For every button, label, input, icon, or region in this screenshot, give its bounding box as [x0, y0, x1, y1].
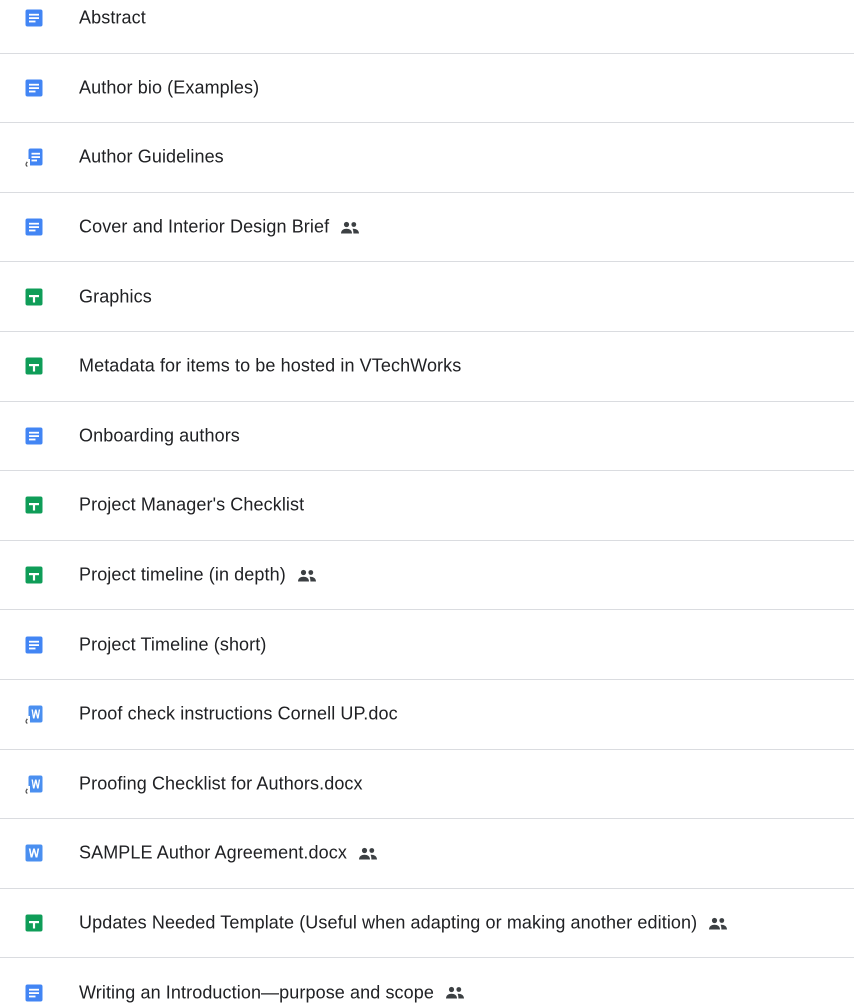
file-name: SAMPLE Author Agreement.docx: [79, 842, 347, 863]
file-row[interactable]: Proofing Checklist for Authors.docx: [0, 750, 854, 820]
file-name-wrap: Project timeline (in depth): [79, 565, 318, 586]
word-shortcut-icon: [24, 774, 44, 794]
file-row[interactable]: Author Guidelines: [0, 123, 854, 193]
file-row[interactable]: Project Timeline (short): [0, 610, 854, 680]
file-name-wrap: Abstract: [79, 8, 146, 29]
file-name-wrap: Writing an Introduction—purpose and scop…: [79, 982, 466, 1003]
file-row[interactable]: Project timeline (in depth): [0, 541, 854, 611]
word-shortcut-icon: [24, 704, 44, 725]
google-sheets-icon: [24, 287, 44, 307]
file-name-wrap: Project Manager's Checklist: [79, 495, 304, 516]
file-row[interactable]: Cover and Interior Design Brief: [0, 193, 854, 263]
file-name: Project Manager's Checklist: [79, 494, 305, 515]
google-docs-icon: [24, 983, 44, 1003]
file-name-wrap: SAMPLE Author Agreement.docx: [79, 843, 379, 864]
shared-people-icon: [357, 846, 379, 860]
file-name: Updates Needed Template (Useful when ada…: [79, 912, 698, 933]
file-name: Cover and Interior Design Brief: [79, 216, 330, 237]
file-row[interactable]: Updates Needed Template (Useful when ada…: [0, 889, 854, 959]
file-name: Project Timeline (short): [79, 634, 267, 655]
file-name-wrap: Proof check instructions Cornell UP.doc: [79, 704, 398, 725]
file-row[interactable]: Project Manager's Checklist: [0, 471, 854, 541]
shared-people-icon: [707, 916, 729, 930]
file-row[interactable]: Onboarding authors: [0, 402, 854, 472]
file-row[interactable]: Proof check instructions Cornell UP.doc: [0, 680, 854, 750]
file-name: Abstract: [79, 7, 146, 28]
file-row[interactable]: Abstract: [0, 0, 854, 54]
file-row[interactable]: Author bio (Examples): [0, 54, 854, 124]
file-name: Author bio (Examples): [79, 77, 260, 98]
google-docs-icon: [24, 217, 44, 237]
file-name-wrap: Graphics: [79, 286, 152, 307]
file-name: Writing an Introduction—purpose and scop…: [79, 982, 434, 1003]
file-name-wrap: Onboarding authors: [79, 425, 240, 446]
google-sheets-icon: [24, 565, 44, 585]
file-name-wrap: Project Timeline (short): [79, 634, 266, 655]
file-name-wrap: Author bio (Examples): [79, 77, 259, 98]
google-docs-icon: [24, 8, 44, 28]
file-name: Proofing Checklist for Authors.docx: [79, 773, 363, 794]
google-sheets-icon: [24, 495, 44, 515]
file-name-wrap: Proofing Checklist for Authors.docx: [79, 773, 363, 794]
file-row[interactable]: Metadata for items to be hosted in VTech…: [0, 332, 854, 402]
shared-people-icon: [296, 568, 318, 582]
file-list: Abstract Author bio (Examples) Author Guid…: [0, 0, 854, 1008]
file-name-wrap: Updates Needed Template (Useful when ada…: [79, 913, 729, 934]
file-name: Onboarding authors: [79, 425, 240, 446]
google-sheets-icon: [24, 913, 44, 933]
google-docs-icon: [24, 426, 44, 446]
file-row[interactable]: Graphics: [0, 262, 854, 332]
shared-people-icon: [339, 220, 361, 234]
google-docs-shortcut-icon: [24, 147, 44, 168]
file-row[interactable]: SAMPLE Author Agreement.docx: [0, 819, 854, 889]
file-name: Proof check instructions Cornell UP.doc: [79, 703, 398, 724]
file-name: Graphics: [79, 286, 152, 307]
file-name: Author Guidelines: [79, 146, 224, 167]
file-name-wrap: Author Guidelines: [79, 147, 224, 168]
file-name: Project timeline (in depth): [79, 564, 286, 585]
file-name: Metadata for items to be hosted in VTech…: [79, 355, 462, 376]
file-row[interactable]: Writing an Introduction—purpose and scop…: [0, 958, 854, 1008]
google-docs-icon: [24, 78, 44, 98]
file-name-wrap: Metadata for items to be hosted in VTech…: [79, 356, 461, 377]
word-icon: [24, 843, 44, 863]
shared-people-icon: [444, 986, 466, 1000]
google-sheets-icon: [24, 356, 44, 376]
file-name-wrap: Cover and Interior Design Brief: [79, 217, 361, 238]
google-docs-icon: [24, 635, 44, 655]
